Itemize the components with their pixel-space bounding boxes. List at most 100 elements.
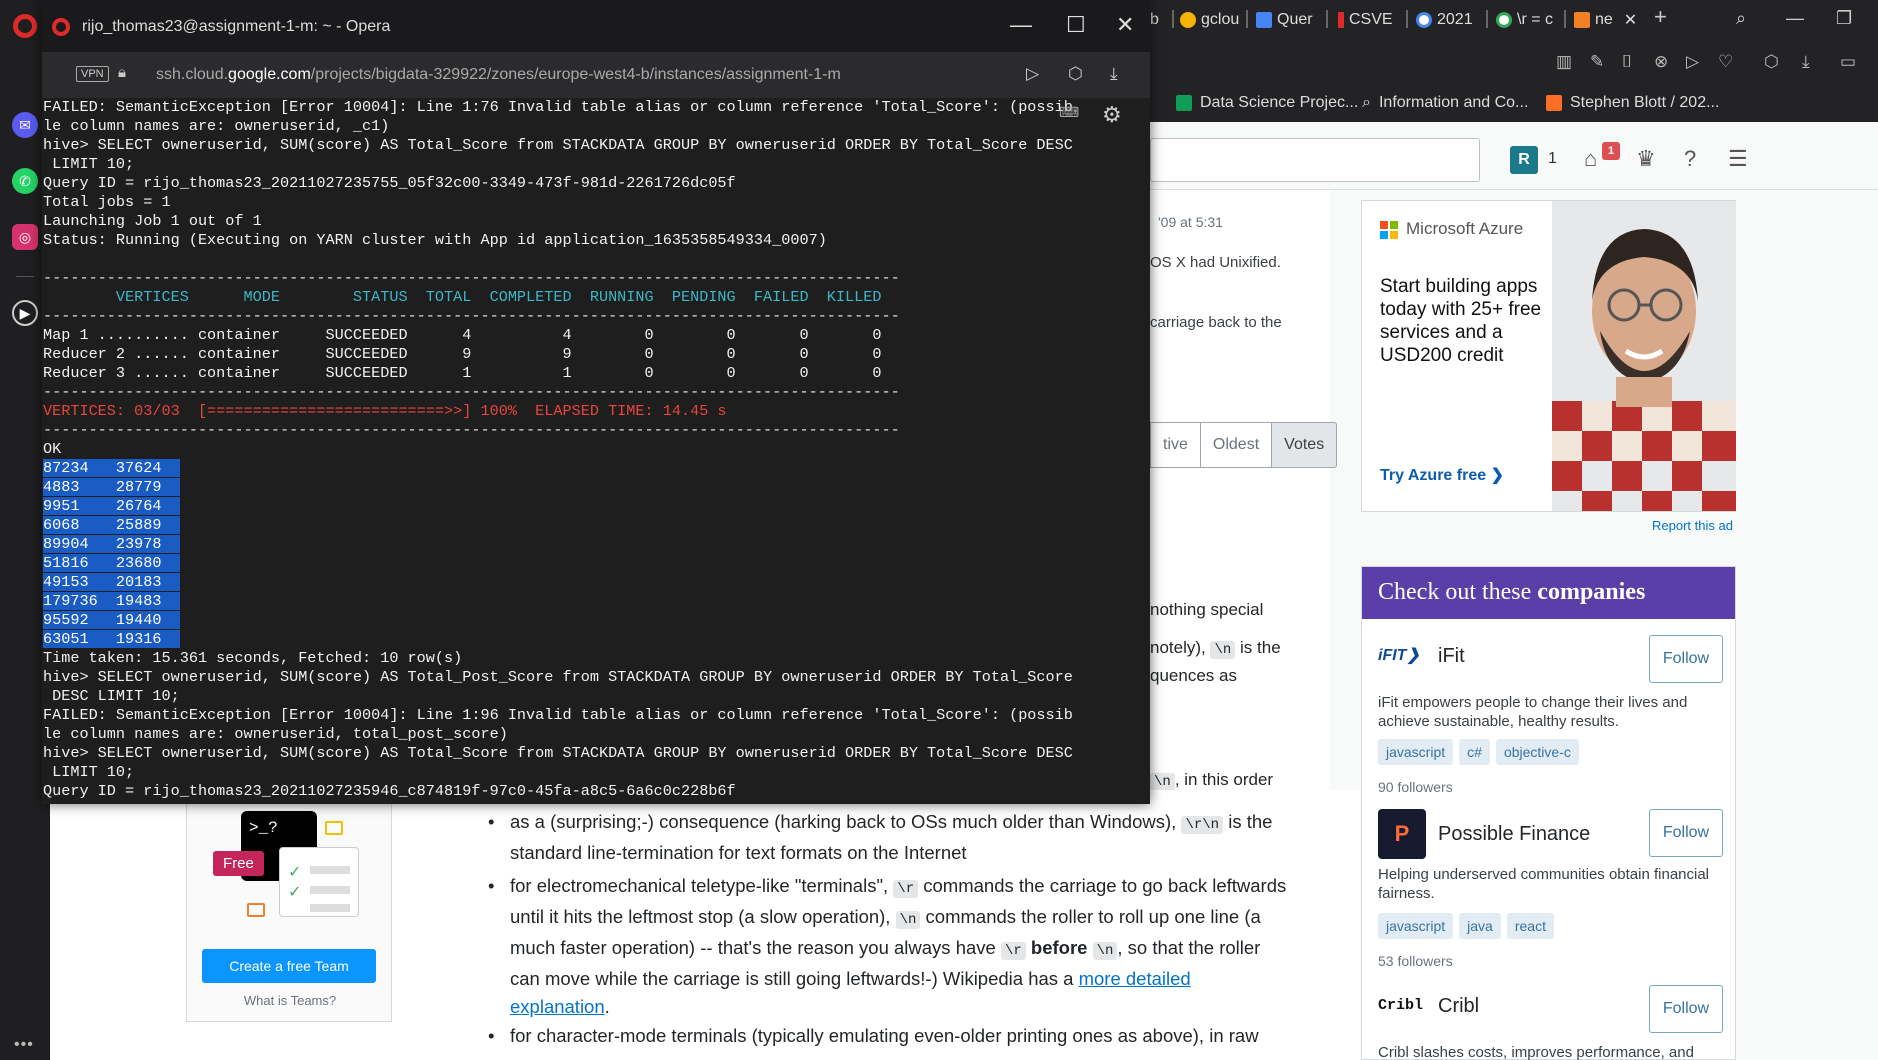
- url-field[interactable]: ssh.cloud.google.com/projects/bigdata-32…: [156, 66, 841, 84]
- tab-0[interactable]: b: [1150, 10, 1159, 30]
- answer-text: quences as: [1150, 666, 1237, 685]
- follow-button[interactable]: Follow: [1649, 635, 1723, 683]
- search-tabs-icon[interactable]: ⌕: [1736, 8, 1746, 29]
- followers-count: 53 followers: [1378, 953, 1453, 969]
- adblock-icon[interactable]: ⊗: [1654, 52, 1668, 72]
- cube-icon[interactable]: ⬡: [1764, 52, 1779, 72]
- company-name[interactable]: Possible Finance: [1438, 823, 1590, 846]
- minimize-icon[interactable]: —: [1786, 8, 1804, 29]
- google-icon: [1416, 12, 1432, 28]
- vpn-badge[interactable]: VPN: [76, 66, 109, 82]
- close-button[interactable]: ✕: [1116, 12, 1134, 38]
- terminal-line: Launching Job 1 out of 1: [43, 212, 262, 230]
- company-name[interactable]: Cribl: [1438, 995, 1479, 1018]
- tag[interactable]: java: [1459, 913, 1501, 939]
- gitlab-icon: [1546, 95, 1562, 111]
- maximize-button[interactable]: ☐: [1066, 12, 1086, 38]
- messenger-icon[interactable]: ✉: [12, 112, 38, 138]
- settings-gear-icon[interactable]: ⚙: [1102, 102, 1122, 128]
- selected-text: 179736 19483: [43, 592, 180, 610]
- ifit-logo-icon: iFIT❯: [1378, 647, 1420, 664]
- edit-icon[interactable]: ✎: [1590, 52, 1604, 72]
- instagram-icon[interactable]: ◎: [12, 224, 38, 250]
- cube-icon[interactable]: ⬡: [1068, 64, 1083, 84]
- reader-icon[interactable]: ▥: [1556, 52, 1572, 72]
- search-input[interactable]: [1150, 138, 1480, 182]
- whatsapp-icon[interactable]: ✆: [12, 168, 38, 194]
- sort-votes-button[interactable]: Votes: [1272, 422, 1338, 468]
- tab-query[interactable]: Quer: [1256, 10, 1313, 30]
- tag[interactable]: javascript: [1378, 739, 1454, 765]
- bookmark-data-science[interactable]: Data Science Projec...: [1176, 94, 1358, 112]
- tag[interactable]: javascript: [1378, 913, 1454, 939]
- tab-close-icon[interactable]: ✕: [1624, 10, 1637, 30]
- terminal-line: FAILED: SemanticException [Error 10004]:…: [43, 98, 1073, 116]
- tab-label: \r = c: [1517, 11, 1554, 28]
- opera-logo-icon[interactable]: [13, 14, 37, 38]
- heart-icon[interactable]: ♡: [1718, 52, 1733, 72]
- send-icon[interactable]: ▷: [1686, 52, 1699, 72]
- search-icon: ⌕: [1362, 94, 1371, 111]
- avatar[interactable]: R: [1510, 146, 1538, 174]
- tab-gcloud[interactable]: gclou: [1180, 10, 1239, 30]
- terminal-line: ----------------------------------------…: [43, 383, 900, 401]
- download-icon[interactable]: ⤓: [1802, 52, 1810, 72]
- player-icon[interactable]: ▶: [12, 300, 38, 326]
- sidebar-more-icon[interactable]: •••: [14, 1036, 34, 1054]
- company-description: Helping underserved communities obtain f…: [1378, 866, 1710, 902]
- inbox-icon[interactable]: ⌂: [1584, 146, 1597, 172]
- terminal-output[interactable]: FAILED: SemanticException [Error 10004]:…: [42, 98, 1150, 804]
- download-icon[interactable]: ⤓: [1110, 64, 1118, 84]
- company-name[interactable]: iFit: [1438, 645, 1465, 668]
- report-ad-link[interactable]: Report this ad: [1652, 518, 1733, 533]
- what-is-teams-link[interactable]: What is Teams?: [187, 993, 393, 1008]
- tag[interactable]: react: [1506, 913, 1554, 939]
- answer-text-part: as a (surprising;-) consequence (harking…: [510, 811, 1177, 832]
- tab-2021[interactable]: 2021: [1416, 10, 1473, 30]
- tab-csve[interactable]: CSVE: [1338, 10, 1393, 30]
- tag[interactable]: c#: [1459, 739, 1490, 765]
- tab-label: CSVE: [1349, 11, 1393, 28]
- battery-icon[interactable]: ▭: [1840, 52, 1856, 72]
- minimize-button[interactable]: —: [1010, 12, 1032, 38]
- help-icon[interactable]: ?: [1684, 146, 1696, 172]
- tag[interactable]: objective-c: [1495, 739, 1579, 765]
- camera-icon[interactable]: ⌷: [1622, 52, 1632, 72]
- ad-cta-link[interactable]: Try Azure free ❯: [1380, 465, 1504, 485]
- companies-title: Check out these companies: [1362, 567, 1735, 619]
- terminal-line: le column names are: owneruserid, _c1): [43, 117, 390, 135]
- tab-label: Quer: [1277, 11, 1313, 28]
- cribl-logo-icon: Cribl: [1378, 996, 1424, 1014]
- bookmark-information[interactable]: ⌕ Information and Co...: [1362, 94, 1528, 112]
- selected-text: 63051 19316: [43, 630, 180, 648]
- url-path: /projects/bigdata-329922/zones/europe-we…: [310, 66, 841, 83]
- company-tags: javascript c# objective-c: [1378, 739, 1579, 765]
- url-domain: google.com: [228, 66, 311, 83]
- terminal-line: 49153 20183: [43, 573, 1150, 592]
- terminal-line: LIMIT 10;: [43, 155, 135, 173]
- inline-code: \r\n: [1181, 816, 1224, 834]
- window-title: rijo_thomas23@assignment-1-m: ~ - Opera: [82, 18, 391, 35]
- create-team-button[interactable]: Create a free Team: [202, 949, 376, 983]
- tab-r-equals[interactable]: \r = c: [1496, 10, 1562, 30]
- restore-icon[interactable]: ❐: [1836, 8, 1852, 29]
- terminal-line: Query ID = rijo_thomas23_20211027235755_…: [43, 174, 736, 192]
- keyboard-icon[interactable]: ⌨: [1059, 104, 1089, 126]
- bookmark-stephen-blott[interactable]: Stephen Blott / 202...: [1546, 94, 1719, 112]
- terminal-line: hive> SELECT owneruserid, SUM(score) AS …: [43, 136, 1073, 154]
- tab-stackoverflow-active[interactable]: ne ✕: [1574, 10, 1637, 30]
- follow-button[interactable]: Follow: [1649, 985, 1723, 1033]
- terminal-line: FAILED: SemanticException [Error 10004]:…: [43, 706, 1073, 724]
- free-badge: Free: [213, 851, 264, 876]
- send-icon[interactable]: ▷: [1026, 64, 1039, 84]
- azure-ad[interactable]: Microsoft Azure Start building apps toda…: [1361, 200, 1736, 512]
- sort-active-button[interactable]: tive: [1150, 422, 1201, 468]
- new-tab-button[interactable]: +: [1654, 4, 1667, 30]
- lock-icon[interactable]: 🔒︎: [118, 64, 126, 81]
- company-card: P Possible Finance Follow Helping unders…: [1378, 809, 1723, 969]
- sort-oldest-button[interactable]: Oldest: [1200, 422, 1273, 468]
- achievements-icon[interactable]: ♛: [1636, 146, 1656, 172]
- follow-button[interactable]: Follow: [1649, 809, 1723, 857]
- site-switcher-icon[interactable]: ☰: [1728, 146, 1748, 172]
